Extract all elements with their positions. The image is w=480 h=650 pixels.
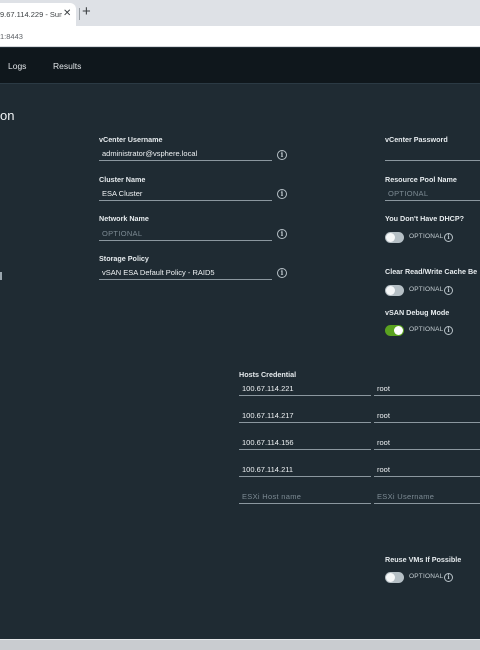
host-name-placeholder: ESXi Host name: [242, 492, 302, 501]
info-icon[interactable]: i: [277, 150, 287, 160]
no-dhcp-toggle[interactable]: [385, 232, 404, 243]
no-dhcp-optional-text: OPTIONAL: [409, 233, 444, 240]
cluster-name-label: Cluster Name: [99, 175, 146, 184]
address-bar[interactable]: 1:8443: [0, 26, 480, 47]
reuse-vms-optional-text: OPTIONAL: [409, 573, 444, 580]
clear-cache-toggle[interactable]: [385, 285, 404, 296]
storage-policy-field[interactable]: vSAN ESA Default Policy - RAID5: [99, 267, 272, 280]
hosts-credential-label: Hosts Credential: [239, 370, 297, 379]
sidebar-fragment: [0, 272, 2, 280]
toggle-knob: [394, 326, 403, 335]
reuse-vms-label: Reuse VMs If Possible: [385, 555, 462, 564]
host-name-value: 100.67.114.221: [242, 384, 294, 393]
page-title: on: [0, 108, 15, 123]
network-name-field[interactable]: OPTIONAL: [99, 228, 272, 241]
clear-cache-label: Clear Read/Write Cache Be: [385, 267, 478, 276]
resource-pool-label: Resource Pool Name: [385, 175, 457, 184]
new-tab-icon[interactable]: +: [82, 4, 91, 20]
storage-policy-value: vSAN ESA Default Policy - RAID5: [102, 268, 215, 277]
host-username-field[interactable]: root: [374, 410, 480, 423]
host-username-field[interactable]: root: [374, 464, 480, 477]
host-username-value: root: [377, 438, 390, 447]
app-header: Logs Results: [0, 48, 480, 84]
vcenter-password-label: vCenter Password: [385, 135, 448, 144]
browser-tab-bar: 9.67.114.229 - Sum ✕ +: [0, 0, 480, 26]
host-username-value: root: [377, 465, 390, 474]
no-dhcp-label: You Don't Have DHCP?: [385, 214, 465, 223]
info-icon[interactable]: i: [277, 189, 287, 199]
cluster-name-field[interactable]: ESA Cluster: [99, 188, 272, 201]
host-name-field[interactable]: 100.67.114.211: [239, 464, 371, 477]
info-icon[interactable]: i: [277, 268, 287, 278]
nav-logs[interactable]: Logs: [8, 61, 26, 71]
storage-policy-label: Storage Policy: [99, 254, 149, 263]
host-username-value: root: [377, 384, 390, 393]
host-username-field[interactable]: root: [374, 383, 480, 396]
new-host-username-field[interactable]: ESXi Username: [374, 491, 480, 504]
resource-pool-placeholder: OPTIONAL: [388, 189, 429, 198]
host-name-field[interactable]: 100.67.114.217: [239, 410, 371, 423]
host-name-value: 100.67.114.217: [242, 411, 294, 420]
cluster-name-value: ESA Cluster: [102, 189, 143, 198]
vsan-debug-optional-text: OPTIONAL: [409, 326, 444, 333]
nav-results[interactable]: Results: [53, 61, 81, 71]
host-name-value: 100.67.114.156: [242, 438, 294, 447]
vcenter-username-field[interactable]: administrator@vsphere.local: [99, 148, 272, 161]
vcenter-username-value: administrator@vsphere.local: [102, 149, 198, 158]
vcenter-username-label: vCenter Username: [99, 135, 163, 144]
host-name-value: 100.67.114.211: [242, 465, 294, 474]
tab-close-icon[interactable]: ✕: [63, 8, 71, 20]
network-name-placeholder: OPTIONAL: [102, 229, 143, 238]
host-username-placeholder: ESXi Username: [377, 492, 435, 501]
new-host-name-field[interactable]: ESXi Host name: [239, 491, 371, 504]
resource-pool-field[interactable]: OPTIONAL: [385, 188, 480, 201]
vsan-debug-toggle[interactable]: [385, 325, 404, 336]
info-icon[interactable]: i: [444, 233, 453, 242]
info-icon[interactable]: i: [444, 286, 453, 295]
tab-divider: [79, 8, 80, 20]
toggle-knob: [386, 286, 395, 295]
toggle-knob: [386, 233, 395, 242]
browser-tab-title: 9.67.114.229 - Sum: [0, 10, 62, 19]
url-text[interactable]: 1:8443: [0, 32, 23, 41]
app-window: 9.67.114.229 - Sum ✕ + 1:8443 Logs Resul…: [0, 0, 480, 650]
bottom-scrollbar[interactable]: [0, 639, 480, 650]
network-name-label: Network Name: [99, 214, 149, 223]
host-username-value: root: [377, 411, 390, 420]
info-icon[interactable]: i: [277, 229, 287, 239]
vsan-debug-label: vSAN Debug Mode: [385, 308, 450, 317]
clear-cache-optional-text: OPTIONAL: [409, 286, 444, 293]
vcenter-password-field[interactable]: [385, 148, 480, 161]
info-icon[interactable]: i: [444, 573, 453, 582]
info-icon[interactable]: i: [444, 326, 453, 335]
reuse-vms-toggle[interactable]: [385, 572, 404, 583]
host-name-field[interactable]: 100.67.114.156: [239, 437, 371, 450]
browser-tab[interactable]: 9.67.114.229 - Sum ✕: [0, 3, 76, 26]
host-name-field[interactable]: 100.67.114.221: [239, 383, 371, 396]
host-username-field[interactable]: root: [374, 437, 480, 450]
toggle-knob: [386, 573, 395, 582]
